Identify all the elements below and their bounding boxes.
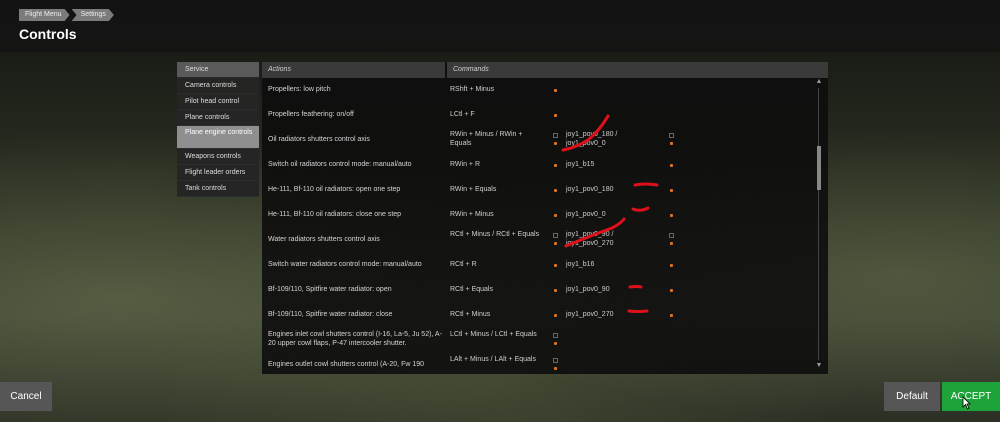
joystick-binding[interactable]: joy1_pov0_270 bbox=[566, 310, 646, 319]
joystick-binding[interactable]: joy1_pov0_0 bbox=[566, 210, 646, 219]
action-label: Engines outlet cowl shutters control (A-… bbox=[268, 361, 425, 368]
keyboard-binding[interactable]: RCtl + R bbox=[450, 260, 540, 269]
binding-indicator-icon bbox=[670, 142, 673, 145]
keyboard-binding[interactable]: RWin + Minus bbox=[450, 210, 540, 219]
binding-indicator-icon bbox=[554, 142, 557, 145]
sidebar-item-camera-controls[interactable]: Camera controls bbox=[177, 78, 259, 94]
joystick-binding[interactable]: joy1_b16 bbox=[566, 260, 646, 269]
binding-slot-icon[interactable] bbox=[669, 233, 674, 238]
sidebar-item-flight-leader-orders[interactable]: Flight leader orders bbox=[177, 165, 259, 181]
action-label: Engines inlet cowl shutters control (I-1… bbox=[268, 331, 442, 347]
accept-button[interactable]: ACCEPT bbox=[942, 382, 1000, 411]
scroll-down-icon[interactable]: ▼ bbox=[815, 362, 823, 370]
joystick-binding[interactable]: joy1_pov0_180 / joy1_pov0_0 bbox=[566, 130, 646, 148]
binding-indicator-icon bbox=[554, 264, 557, 267]
action-label: Switch water radiators control mode: man… bbox=[268, 261, 422, 268]
table-row[interactable]: Switch water radiators control mode: man… bbox=[262, 255, 816, 280]
cancel-button[interactable]: Cancel bbox=[0, 382, 52, 411]
default-button[interactable]: Default bbox=[884, 382, 940, 411]
sidebar-item-pilot-head-control[interactable]: Pilot head control bbox=[177, 94, 259, 110]
sidebar-item-service[interactable]: Service bbox=[177, 62, 259, 78]
table-row[interactable]: Bf-109/110, Spitfire water radiator: ope… bbox=[262, 280, 816, 305]
action-label: Switch oil radiators control mode: manua… bbox=[268, 161, 412, 168]
sidebar-item-tank-controls[interactable]: Tank controls bbox=[177, 181, 259, 197]
keyboard-binding[interactable]: RWin + Minus / RWin + Equals bbox=[450, 130, 540, 148]
table-row[interactable]: Water radiators shutters control axis RCt… bbox=[262, 230, 816, 255]
keyboard-binding[interactable]: LCtl + Minus / LCtl + Equals bbox=[450, 330, 540, 339]
table-row[interactable]: He-111, Bf-110 oil radiators: close one … bbox=[262, 205, 816, 230]
sidebar-item-plane-engine-controls[interactable]: Plane engine controls bbox=[177, 126, 259, 149]
breadcrumb-settings[interactable]: Settings bbox=[72, 9, 114, 21]
top-bar: Flight Menu Settings Controls bbox=[0, 0, 1000, 52]
keyboard-binding[interactable]: RCtl + Minus / RCtl + Equals bbox=[450, 230, 540, 239]
action-label: He-111, Bf-110 oil radiators: close one … bbox=[268, 211, 402, 218]
binding-indicator-icon bbox=[554, 314, 557, 317]
joystick-binding[interactable]: joy1_b15 bbox=[566, 160, 646, 169]
binding-indicator-icon bbox=[554, 242, 557, 245]
action-label: Oil radiators shutters control axis bbox=[268, 136, 370, 143]
page-title: Controls bbox=[19, 26, 77, 42]
keyboard-binding[interactable]: LCtl + F bbox=[450, 110, 540, 119]
keyboard-binding[interactable]: RWin + Equals bbox=[450, 185, 540, 194]
table-row[interactable]: Propellers feathering: on/off LCtl + F bbox=[262, 105, 816, 130]
action-label: He-111, Bf-110 oil radiators: open one s… bbox=[268, 186, 401, 193]
binding-indicator-icon bbox=[554, 342, 557, 345]
keyboard-binding[interactable]: RShft + Minus bbox=[450, 85, 540, 94]
joystick-binding[interactable]: joy1_pov0_90 / joy1_pov0_270 bbox=[566, 230, 646, 248]
scroll-up-icon[interactable]: ▲ bbox=[815, 78, 823, 86]
binding-indicator-icon bbox=[670, 264, 673, 267]
table-row[interactable]: Oil radiators shutters control axis RWin … bbox=[262, 130, 816, 155]
action-label: Bf-109/110, Spitfire water radiator: ope… bbox=[268, 286, 392, 293]
header-commands: Commands bbox=[447, 62, 828, 78]
binding-indicator-icon bbox=[670, 242, 673, 245]
keyboard-binding[interactable]: RCtl + Equals bbox=[450, 285, 540, 294]
controls-table: Actions Commands Propellers: low pitch RS… bbox=[262, 62, 828, 374]
binding-indicator-icon bbox=[554, 367, 557, 370]
action-label: Propellers: low pitch bbox=[268, 86, 331, 93]
binding-indicator-icon bbox=[554, 289, 557, 292]
binding-indicator-icon bbox=[670, 164, 673, 167]
table-row[interactable]: He-111, Bf-110 oil radiators: open one s… bbox=[262, 180, 816, 205]
binding-indicator-icon bbox=[554, 89, 557, 92]
binding-slot-icon[interactable] bbox=[553, 333, 558, 338]
binding-indicator-icon bbox=[554, 214, 557, 217]
sidebar-item-weapons-controls[interactable]: Weapons controls bbox=[177, 149, 259, 165]
binding-slot-icon[interactable] bbox=[553, 358, 558, 363]
binding-slot-icon[interactable] bbox=[553, 133, 558, 138]
binding-indicator-icon bbox=[554, 189, 557, 192]
table-row[interactable]: Bf-109/110, Spitfire water radiator: clo… bbox=[262, 305, 816, 330]
action-label: Propellers feathering: on/off bbox=[268, 111, 354, 118]
binding-slot-icon[interactable] bbox=[553, 233, 558, 238]
keyboard-binding[interactable]: LAlt + Minus / LAlt + Equals bbox=[450, 355, 540, 364]
sidebar: Service Camera controls Pilot head contr… bbox=[177, 62, 259, 197]
binding-indicator-icon bbox=[670, 289, 673, 292]
binding-indicator-icon bbox=[554, 164, 557, 167]
breadcrumb: Flight Menu Settings bbox=[19, 9, 120, 21]
action-label: Bf-109/110, Spitfire water radiator: clo… bbox=[268, 311, 393, 318]
joystick-binding[interactable]: joy1_pov0_180 bbox=[566, 185, 646, 194]
table-row[interactable]: Engines outlet cowl shutters control (A-… bbox=[262, 355, 816, 374]
scroll-track[interactable] bbox=[818, 88, 819, 360]
binding-indicator-icon bbox=[554, 114, 557, 117]
binding-indicator-icon bbox=[670, 189, 673, 192]
action-label: Water radiators shutters control axis bbox=[268, 236, 380, 243]
table-header: Actions Commands bbox=[262, 62, 828, 78]
scroll-thumb[interactable] bbox=[817, 146, 821, 190]
keyboard-binding[interactable]: RWin + R bbox=[450, 160, 540, 169]
breadcrumb-flight-menu[interactable]: Flight Menu bbox=[19, 9, 70, 21]
mouse-cursor-icon bbox=[962, 396, 971, 410]
scrollbar[interactable]: ▲ ▼ bbox=[815, 78, 823, 370]
table-body: Propellers: low pitch RShft + Minus Propel… bbox=[262, 78, 816, 374]
table-row[interactable]: Switch oil radiators control mode: manua… bbox=[262, 155, 816, 180]
binding-indicator-icon bbox=[670, 314, 673, 317]
joystick-binding[interactable]: joy1_pov0_90 bbox=[566, 285, 646, 294]
keyboard-binding[interactable]: RCtl + Minus bbox=[450, 310, 540, 319]
header-actions: Actions bbox=[262, 62, 445, 78]
binding-indicator-icon bbox=[670, 214, 673, 217]
sidebar-item-plane-controls[interactable]: Plane controls bbox=[177, 110, 259, 126]
table-row[interactable]: Propellers: low pitch RShft + Minus bbox=[262, 80, 816, 105]
binding-slot-icon[interactable] bbox=[669, 133, 674, 138]
table-row[interactable]: Engines inlet cowl shutters control (I-1… bbox=[262, 330, 816, 355]
